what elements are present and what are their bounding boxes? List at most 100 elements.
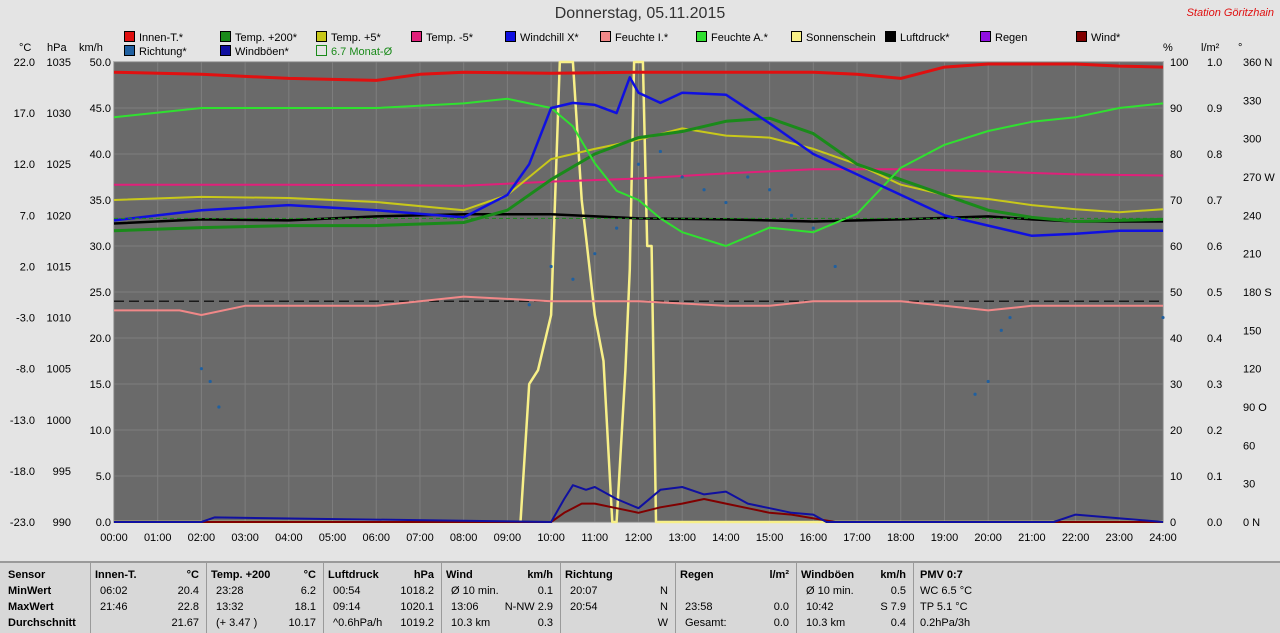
table-cell-value: 1020.1 [400,601,434,613]
x-tick-label: 19:00 [931,532,959,544]
humidity-tick-label: 100 [1170,57,1188,69]
table-header-sensor: Sensor [8,569,46,581]
direction-tick-label: 30 [1243,479,1255,491]
x-tick-label: 17:00 [843,532,871,544]
x-tick-label: 18:00 [887,532,915,544]
humidity-tick-label: 50 [1170,287,1182,299]
humidity-tick-label: 30 [1170,379,1182,391]
direction-point [746,175,750,179]
table-cell-value: 6.2 [300,585,316,597]
direction-tick-label: 0 N [1243,517,1260,529]
table-cell-value: 0.5 [890,585,906,597]
table-cell-value: S 7.9 [880,601,906,613]
x-tick-label: 10:00 [537,532,565,544]
temp-tick-label: -23.0 [10,517,35,529]
temp-tick-label: -18.0 [10,466,35,478]
wind-tick-label: 35.0 [90,195,111,207]
direction-point [593,252,597,256]
table-unit-luftdruck: hPa [413,569,434,581]
table-header-wind: Wind [446,569,473,581]
table-cell-value: 1018.2 [400,585,434,597]
table-unit-regen: l/m² [769,569,789,581]
x-tick-label: 07:00 [406,532,434,544]
table-cell-value: 0.3 [537,617,553,629]
table-unit-temp200: °C [303,569,316,581]
pressure-tick-label: 1020 [47,210,71,222]
x-tick-label: 16:00 [800,532,828,544]
x-tick-label: 01:00 [144,532,172,544]
humidity-tick-label: 60 [1170,241,1182,253]
x-tick-label: 05:00 [319,532,347,544]
pressure-tick-label: 1035 [47,57,71,69]
x-tick-label: 08:00 [450,532,478,544]
table-cell-value: N [660,601,668,613]
wind-tick-label: 40.0 [90,149,111,161]
pressure-tick-label: 1030 [47,108,71,120]
x-tick-label: 02:00 [188,532,216,544]
wind-tick-label: 0.0 [96,517,111,529]
temp-tick-label: -8.0 [16,364,35,376]
direction-point [571,277,575,281]
table-cell-time: 13:32 [216,601,244,613]
table-row-label: MinWert [8,585,52,597]
table-cell-time: 13:06 [451,601,479,613]
table-cell-value: 20.4 [177,585,199,597]
direction-tick-label: 150 [1243,325,1261,337]
direction-point [702,188,706,192]
pressure-tick-label: 1000 [47,415,71,427]
direction-point [199,367,204,371]
table-cell-value: 10.17 [288,617,316,629]
x-tick-label: 24:00 [1149,532,1177,544]
table-cell-pmv: TP 5.1 °C [920,601,968,613]
table-header-regen: Regen [680,569,714,581]
table-cell-value: 18.1 [294,601,316,613]
x-tick-label: 12:00 [625,532,653,544]
x-tick-label: 13:00 [668,532,696,544]
direction-point [724,200,728,205]
wind-tick-label: 15.0 [90,379,111,391]
x-tick-label: 21:00 [1018,532,1046,544]
table-cell-value: N-NW 2.9 [504,601,553,613]
temp-tick-label: -3.0 [16,313,35,325]
temp-tick-label: 12.0 [14,159,35,171]
humidity-tick-label: 70 [1170,195,1182,207]
wind-tick-label: 45.0 [90,103,111,115]
direction-tick-label: 210 [1243,249,1261,261]
direction-point [986,379,990,384]
temp-tick-label: 22.0 [14,57,35,69]
rain-tick-label: 0.5 [1207,287,1222,299]
direction-point [217,405,221,409]
x-tick-label: 03:00 [231,532,259,544]
temp-tick-label: 2.0 [20,261,35,273]
rain-tick-label: 0.7 [1207,195,1222,207]
direction-tick-label: 120 [1243,364,1261,376]
table-cell-time: 10:42 [806,601,834,613]
wind-tick-label: 30.0 [90,241,111,253]
rain-tick-label: 0.4 [1207,333,1222,345]
pressure-tick-label: 995 [53,466,71,478]
table-cell-pmv: WC 6.5 °C [920,585,973,597]
humidity-tick-label: 20 [1170,425,1182,437]
wind-tick-label: 5.0 [96,471,111,483]
table-row-label: Durchschnitt [8,617,76,629]
table-cell-value: W [657,617,668,629]
rain-tick-label: 0.9 [1207,103,1222,115]
humidity-tick-label: 90 [1170,103,1182,115]
table-cell-value: 0.0 [773,601,789,613]
x-tick-label: 04:00 [275,532,303,544]
direction-point [973,392,977,396]
pressure-tick-label: 1015 [47,261,71,273]
direction-point [1161,315,1165,320]
direction-point [636,162,641,166]
humidity-tick-label: 40 [1170,333,1182,345]
direction-point [680,175,684,179]
table-cell-time: 23:58 [685,601,713,613]
direction-point [999,328,1003,332]
table-unit-wind: km/h [527,569,553,581]
direction-point [789,213,794,217]
table-cell-time: 09:14 [333,601,361,613]
weather-chart: 50.0 45.0 40.0 35.0 30.0 25.0 20.0 15.0 10.0 5.0 0… [10,57,1275,544]
rain-tick-label: 0.2 [1207,425,1222,437]
direction-tick-label: 330 [1243,95,1261,107]
wind-tick-label: 25.0 [90,287,111,299]
